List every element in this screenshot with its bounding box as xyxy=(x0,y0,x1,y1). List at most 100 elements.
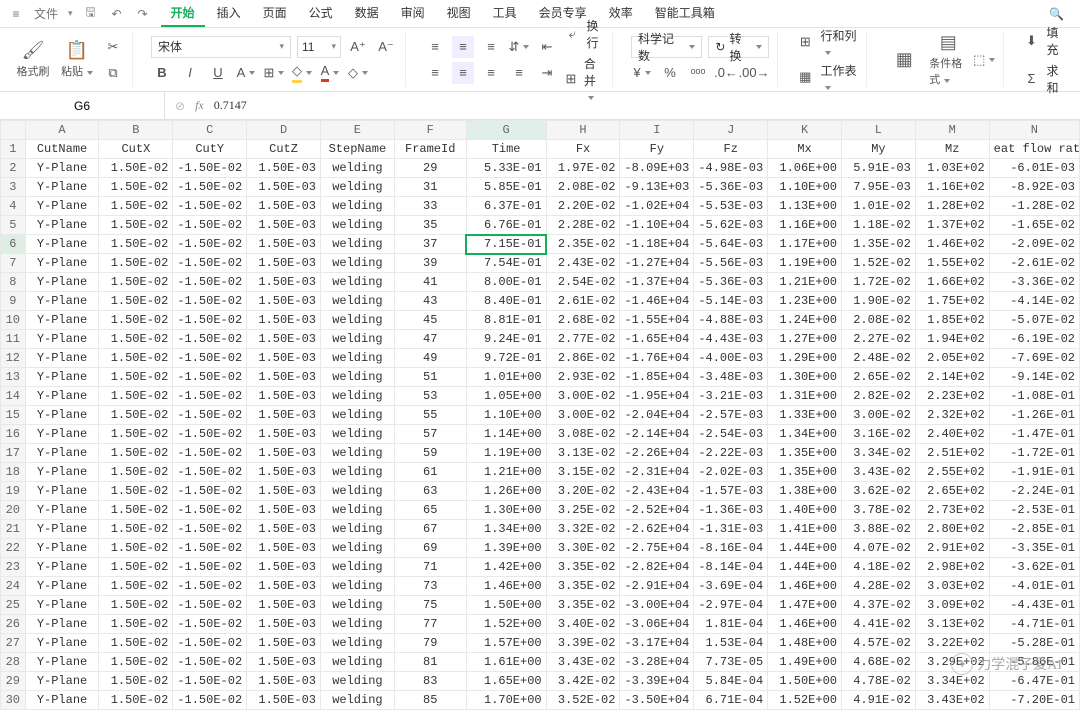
cell[interactable]: 4.41E-02 xyxy=(841,615,915,634)
cell[interactable]: 1.50E-03 xyxy=(247,406,321,425)
cell[interactable]: 2.32E+02 xyxy=(915,406,989,425)
cell[interactable]: 1.10E+00 xyxy=(466,406,546,425)
cell[interactable]: Y-Plane xyxy=(25,463,99,482)
cell[interactable]: 1.16E+02 xyxy=(915,178,989,197)
cell[interactable]: 1.50E-03 xyxy=(247,577,321,596)
cell[interactable]: 2.86E-02 xyxy=(546,349,620,368)
row-header[interactable]: 6 xyxy=(1,235,26,254)
cell[interactable]: -1.50E-02 xyxy=(173,235,247,254)
cell[interactable]: 1.37E+02 xyxy=(915,216,989,235)
cell[interactable]: 1.50E-02 xyxy=(99,482,173,501)
cell[interactable]: -1.10E+04 xyxy=(620,216,694,235)
row-header[interactable]: 24 xyxy=(1,577,26,596)
cell[interactable]: welding xyxy=(320,273,394,292)
cell[interactable]: 1.50E+00 xyxy=(768,672,842,691)
cell[interactable]: -2.91E+04 xyxy=(620,577,694,596)
cell[interactable]: 2.77E-02 xyxy=(546,330,620,349)
cell[interactable]: -1.57E-03 xyxy=(694,482,768,501)
cell[interactable]: 2.14E+02 xyxy=(915,368,989,387)
cell[interactable]: Y-Plane xyxy=(25,634,99,653)
cell[interactable]: -3.36E-02 xyxy=(989,273,1079,292)
cell[interactable]: Y-Plane xyxy=(25,178,99,197)
cell[interactable]: Y-Plane xyxy=(25,672,99,691)
cell[interactable]: Y-Plane xyxy=(25,482,99,501)
strikethrough-button[interactable]: A xyxy=(235,62,257,84)
currency-button[interactable]: ¥ xyxy=(631,62,653,84)
cell[interactable]: -2.75E+04 xyxy=(620,539,694,558)
cell[interactable]: 1.50E-02 xyxy=(99,520,173,539)
cell[interactable]: 1.29E+00 xyxy=(768,349,842,368)
cell[interactable]: welding xyxy=(320,444,394,463)
cell[interactable]: 31 xyxy=(394,178,466,197)
cell[interactable]: 1.34E+00 xyxy=(768,425,842,444)
row-header[interactable]: 13 xyxy=(1,368,26,387)
row-header[interactable]: 4 xyxy=(1,197,26,216)
cell[interactable]: welding xyxy=(320,368,394,387)
cell[interactable]: 33 xyxy=(394,197,466,216)
cell[interactable]: 3.52E-02 xyxy=(546,691,620,710)
cell[interactable]: -5.36E-03 xyxy=(694,273,768,292)
cell[interactable]: -1.50E-02 xyxy=(173,463,247,482)
cell[interactable]: 39 xyxy=(394,254,466,273)
cell[interactable]: -4.00E-03 xyxy=(694,349,768,368)
cell[interactable]: -1.50E-02 xyxy=(173,330,247,349)
cell[interactable]: 1.52E-02 xyxy=(841,254,915,273)
cell[interactable]: 1.49E+00 xyxy=(768,653,842,672)
cell[interactable]: -1.50E-02 xyxy=(173,368,247,387)
row-header[interactable]: 26 xyxy=(1,615,26,634)
cell[interactable]: welding xyxy=(320,482,394,501)
cell[interactable]: 1.48E+00 xyxy=(768,634,842,653)
row-header[interactable]: 23 xyxy=(1,558,26,577)
cell[interactable]: -3.69E-04 xyxy=(694,577,768,596)
cell[interactable]: 1.50E-03 xyxy=(247,520,321,539)
cell[interactable]: 2.51E+02 xyxy=(915,444,989,463)
cell[interactable]: 1.50E-02 xyxy=(99,406,173,425)
cell[interactable]: 3.00E-02 xyxy=(841,406,915,425)
cell[interactable]: Fz xyxy=(694,140,768,159)
cell[interactable]: 3.88E-02 xyxy=(841,520,915,539)
cell[interactable]: 1.50E-03 xyxy=(247,159,321,178)
tab-工具[interactable]: 工具 xyxy=(483,0,527,27)
cell[interactable]: 2.08E-02 xyxy=(546,178,620,197)
cell[interactable]: 1.41E+00 xyxy=(768,520,842,539)
cell[interactable]: 1.50E-03 xyxy=(247,691,321,710)
cell[interactable]: 1.17E+00 xyxy=(768,235,842,254)
cell[interactable]: 2.82E-02 xyxy=(841,387,915,406)
cell[interactable]: 1.40E+00 xyxy=(768,501,842,520)
cell[interactable]: welding xyxy=(320,634,394,653)
cell[interactable]: CutX xyxy=(99,140,173,159)
select-all-corner[interactable] xyxy=(1,121,26,140)
cell[interactable]: 79 xyxy=(394,634,466,653)
tab-公式[interactable]: 公式 xyxy=(299,0,343,27)
cell[interactable]: 3.13E+02 xyxy=(915,615,989,634)
cell[interactable]: 1.46E+00 xyxy=(768,577,842,596)
decrease-indent-button[interactable]: ⇤ xyxy=(536,36,558,58)
cell[interactable]: -2.24E-01 xyxy=(989,482,1079,501)
cell[interactable]: 1.57E+00 xyxy=(466,634,546,653)
cell[interactable]: 49 xyxy=(394,349,466,368)
cell[interactable]: -5.28E-01 xyxy=(989,634,1079,653)
cell[interactable]: -4.14E-02 xyxy=(989,292,1079,311)
cell[interactable]: My xyxy=(841,140,915,159)
font-name-select[interactable]: 宋体▾ xyxy=(151,36,291,58)
cell[interactable]: 3.30E-02 xyxy=(546,539,620,558)
cell[interactable]: 2.40E+02 xyxy=(915,425,989,444)
search-icon[interactable]: 🔍 xyxy=(1049,7,1064,21)
save-icon[interactable]: 🖫 xyxy=(83,6,99,22)
cell[interactable]: welding xyxy=(320,216,394,235)
cell[interactable]: Y-Plane xyxy=(25,197,99,216)
cell[interactable]: 3.08E-02 xyxy=(546,425,620,444)
cell[interactable]: 55 xyxy=(394,406,466,425)
cell[interactable]: Y-Plane xyxy=(25,558,99,577)
cell[interactable]: 1.03E+02 xyxy=(915,159,989,178)
cell[interactable]: Mz xyxy=(915,140,989,159)
cell[interactable]: -3.17E+04 xyxy=(620,634,694,653)
align-middle-button[interactable]: ≡ xyxy=(452,36,474,58)
cell[interactable]: 1.19E+00 xyxy=(768,254,842,273)
cell[interactable]: 7.73E-05 xyxy=(694,653,768,672)
cell[interactable]: 5.91E-03 xyxy=(841,159,915,178)
cell[interactable]: -1.91E-01 xyxy=(989,463,1079,482)
tab-智能工具箱[interactable]: 智能工具箱 xyxy=(645,0,725,27)
cell[interactable]: 1.50E-02 xyxy=(99,292,173,311)
cell[interactable]: 2.73E+02 xyxy=(915,501,989,520)
